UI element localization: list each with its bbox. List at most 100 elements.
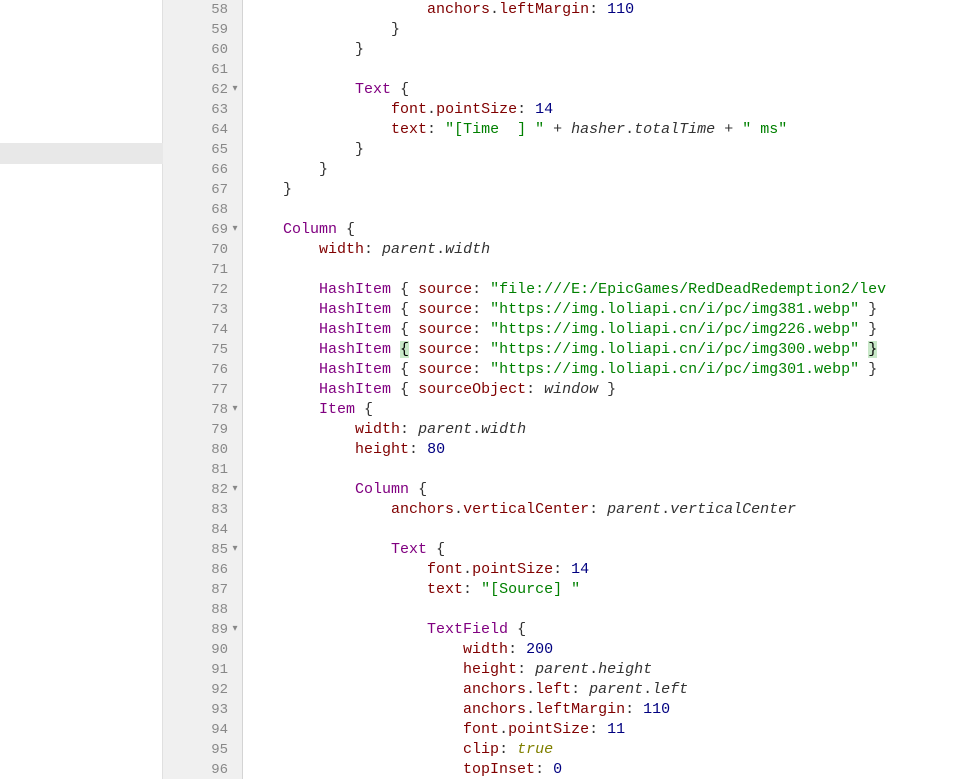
code-line[interactable]: HashItem { source: "https://img.loliapi.…	[243, 340, 956, 360]
code-line[interactable]	[243, 200, 956, 220]
code-line[interactable]: }	[243, 180, 956, 200]
code-line[interactable]: anchors.verticalCenter: parent.verticalC…	[243, 500, 956, 520]
token-punct: :	[472, 321, 490, 338]
gutter-row[interactable]: 90	[163, 640, 242, 660]
code-line[interactable]: HashItem { source: "https://img.loliapi.…	[243, 360, 956, 380]
code-line[interactable]: HashItem { sourceObject: window }	[243, 380, 956, 400]
gutter-row[interactable]: 95	[163, 740, 242, 760]
gutter-row[interactable]: 61	[163, 60, 242, 80]
gutter-row[interactable]: 78▾	[163, 400, 242, 420]
gutter-row[interactable]: 83	[163, 500, 242, 520]
code-line[interactable]	[243, 460, 956, 480]
code-line[interactable]: font.pointSize: 14	[243, 100, 956, 120]
gutter-row[interactable]: 80	[163, 440, 242, 460]
fold-marker-icon[interactable]: ▾	[229, 480, 241, 500]
gutter-row[interactable]: 82▾	[163, 480, 242, 500]
selected-file-row[interactable]	[0, 143, 163, 164]
code-line[interactable]: height: parent.height	[243, 660, 956, 680]
code-line[interactable]: Column {	[243, 220, 956, 240]
token-type: HashItem	[319, 361, 391, 378]
gutter-row[interactable]: 74	[163, 320, 242, 340]
gutter-row[interactable]: 77	[163, 380, 242, 400]
gutter-row[interactable]: 58	[163, 0, 242, 20]
gutter-row[interactable]: 96	[163, 760, 242, 780]
token-prop: source	[418, 321, 472, 338]
line-number: 79	[211, 420, 228, 440]
code-line[interactable]: }	[243, 20, 956, 40]
gutter-row[interactable]: 67	[163, 180, 242, 200]
gutter-row[interactable]: 71	[163, 260, 242, 280]
line-number-gutter[interactable]: 5859606162▾63646566676869▾70717273747576…	[163, 0, 243, 779]
token-str: "[Source] "	[481, 581, 580, 598]
gutter-row[interactable]: 59	[163, 20, 242, 40]
gutter-row[interactable]: 64	[163, 120, 242, 140]
gutter-row[interactable]: 91	[163, 660, 242, 680]
code-line[interactable]: clip: true	[243, 740, 956, 760]
token-prop: text	[427, 581, 463, 598]
code-line[interactable]: HashItem { source: "file:///E:/EpicGames…	[243, 280, 956, 300]
code-line[interactable]: anchors.left: parent.left	[243, 680, 956, 700]
code-line[interactable]: }	[243, 140, 956, 160]
fold-marker-icon[interactable]: ▾	[229, 620, 241, 640]
code-line[interactable]: Text {	[243, 540, 956, 560]
fold-marker-icon[interactable]: ▾	[229, 80, 241, 100]
gutter-row[interactable]: 85▾	[163, 540, 242, 560]
gutter-row[interactable]: 87	[163, 580, 242, 600]
code-line[interactable]	[243, 260, 956, 280]
gutter-row[interactable]: 81	[163, 460, 242, 480]
code-line[interactable]: height: 80	[243, 440, 956, 460]
gutter-row[interactable]: 68	[163, 200, 242, 220]
code-line[interactable]	[243, 60, 956, 80]
token-punct: {	[517, 621, 526, 638]
gutter-row[interactable]: 65	[163, 140, 242, 160]
gutter-row[interactable]: 70	[163, 240, 242, 260]
code-line[interactable]: font.pointSize: 11	[243, 720, 956, 740]
code-line[interactable]: Column {	[243, 480, 956, 500]
gutter-row[interactable]: 63	[163, 100, 242, 120]
code-line[interactable]: Text {	[243, 80, 956, 100]
code-line[interactable]: text: "[Time ] " + hasher.totalTime + " …	[243, 120, 956, 140]
file-explorer-panel[interactable]	[0, 0, 163, 779]
fold-marker-icon[interactable]: ▾	[229, 540, 241, 560]
code-line[interactable]	[243, 600, 956, 620]
code-line[interactable]: anchors.leftMargin: 110	[243, 700, 956, 720]
gutter-row[interactable]: 62▾	[163, 80, 242, 100]
code-line[interactable]: width: parent.width	[243, 420, 956, 440]
token-punct: {	[400, 321, 409, 338]
gutter-row[interactable]: 76	[163, 360, 242, 380]
code-line[interactable]: HashItem { source: "https://img.loliapi.…	[243, 300, 956, 320]
gutter-row[interactable]: 66	[163, 160, 242, 180]
code-line[interactable]: width: parent.width	[243, 240, 956, 260]
code-line[interactable]: TextField {	[243, 620, 956, 640]
code-line[interactable]: width: 200	[243, 640, 956, 660]
token-ident: parent	[535, 661, 589, 678]
code-line[interactable]	[243, 520, 956, 540]
code-line[interactable]: topInset: 0	[243, 760, 956, 779]
line-number: 82	[211, 480, 228, 500]
gutter-row[interactable]: 84	[163, 520, 242, 540]
code-line[interactable]: anchors.leftMargin: 110	[243, 0, 956, 20]
gutter-row[interactable]: 92	[163, 680, 242, 700]
gutter-row[interactable]: 79	[163, 420, 242, 440]
gutter-row[interactable]: 89▾	[163, 620, 242, 640]
code-line[interactable]: Item {	[243, 400, 956, 420]
gutter-row[interactable]: 94	[163, 720, 242, 740]
gutter-row[interactable]: 88	[163, 600, 242, 620]
gutter-row[interactable]: 60	[163, 40, 242, 60]
code-text-area[interactable]: anchors.leftMargin: 110 } } Text { font.…	[243, 0, 956, 779]
code-line[interactable]: }	[243, 160, 956, 180]
gutter-row[interactable]: 73	[163, 300, 242, 320]
gutter-row[interactable]: 93	[163, 700, 242, 720]
code-line[interactable]: font.pointSize: 14	[243, 560, 956, 580]
token-punct: :	[400, 421, 418, 438]
fold-marker-icon[interactable]: ▾	[229, 400, 241, 420]
fold-marker-icon[interactable]: ▾	[229, 220, 241, 240]
gutter-row[interactable]: 69▾	[163, 220, 242, 240]
gutter-row[interactable]: 86	[163, 560, 242, 580]
token-punct: .	[427, 101, 436, 118]
gutter-row[interactable]: 72	[163, 280, 242, 300]
gutter-row[interactable]: 75	[163, 340, 242, 360]
code-line[interactable]: }	[243, 40, 956, 60]
code-line[interactable]: HashItem { source: "https://img.loliapi.…	[243, 320, 956, 340]
code-line[interactable]: text: "[Source] "	[243, 580, 956, 600]
